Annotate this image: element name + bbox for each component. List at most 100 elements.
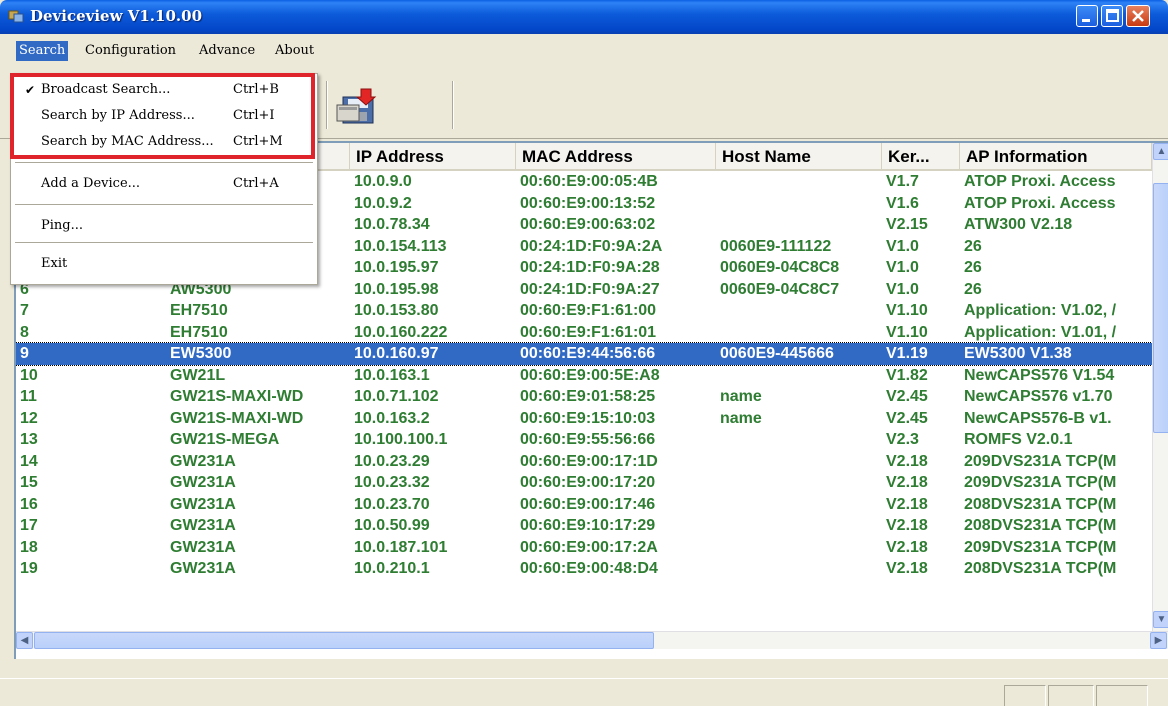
table-row[interactable]: 8 EH7510 10.0.160.222 00:60:E9:F1:61:01 V1.1… [16,322,1152,344]
title-bar: Deviceview V1.10.00 [0,0,1168,34]
menu-item-add-device[interactable]: Add a Device... Ctrl+A [11,172,317,196]
maximize-icon [1106,9,1119,22]
cell-ker: V2.18 [886,495,928,513]
menu-advance[interactable]: Advance [196,41,258,61]
table-row[interactable]: 14 GW231A 10.0.23.29 00:60:E9:00:17:1D V2.18… [16,451,1152,473]
table-row[interactable]: 9 EW5300 10.0.160.97 00:60:E9:44:56:66 0060E… [16,342,1152,366]
cell-model: GW21S-MAXI-WD [170,388,304,405]
cell-mac: 00:60:E9:00:48:D4 [520,560,658,577]
cell-model: EW5300 [170,345,232,362]
cell-host [716,537,882,559]
vertical-scroll-thumb[interactable] [1153,183,1168,433]
column-header-ip[interactable]: IP Address [350,143,516,169]
menu-about[interactable]: About [272,41,317,61]
scroll-up-button[interactable]: ▲ [1153,143,1168,160]
cell-host [716,171,882,193]
cell-model: GW231A [170,517,236,534]
cell-ker: V1.82 [886,366,928,384]
cell-model: GW231A [170,452,236,470]
cell-ker: V2.45 [886,388,928,405]
cell-ip: 10.100.100.1 [354,431,448,448]
cell-mac: 00:60:E9:F1:61:01 [520,323,657,341]
cell-no: 16 [20,495,38,513]
table-row[interactable]: 10 GW21L 10.0.163.1 00:60:E9:00:5E:A8 V1.82 N… [16,365,1152,387]
cell-ap: NewCAPS576 v1.70 [964,388,1113,405]
cell-ip: 10.0.163.2 [354,409,430,427]
menu-search[interactable]: Search [16,41,69,61]
cell-ker: V1.19 [886,345,928,362]
cell-ap: ATOP Proxi. Access [964,173,1116,190]
table-row[interactable]: 16 GW231A 10.0.23.70 00:60:E9:00:17:46 V2.18… [16,494,1152,516]
cell-mac: 00:60:E9:00:17:2A [520,538,658,556]
cell-host [716,451,882,473]
cell-ker: V2.18 [886,560,928,577]
cell-model: GW21L [170,366,226,384]
cell-model: GW231A [170,538,236,556]
table-row[interactable]: 15 GW231A 10.0.23.32 00:60:E9:00:17:20 V2.18… [16,472,1152,494]
cell-mac: 00:24:1D:F0:9A:27 [520,280,660,298]
toolbar-separator [326,81,328,129]
cell-mac: 00:24:1D:F0:9A:2A [520,237,663,255]
cell-mac: 00:60:E9:55:56:66 [520,431,656,448]
cell-ker: V2.45 [886,409,928,427]
cell-ap: ROMFS V2.0.1 [964,431,1073,448]
horizontal-scroll-thumb[interactable] [34,632,654,649]
menu-item-exit[interactable]: Exit [11,252,317,276]
scroll-left-button[interactable]: ◀ [16,632,33,649]
table-row[interactable]: 19 GW231A 10.0.210.1 00:60:E9:00:48:D4 V2.18… [16,558,1152,580]
table-row[interactable]: 13 GW21S-MEGA 10.100.100.1 00:60:E9:55:56:6… [16,429,1152,451]
cell-ker: V1.0 [886,280,919,298]
vertical-scrollbar[interactable]: ▲ ▼ [1152,143,1168,631]
cell-ap: 209DVS231A TCP(M [964,452,1117,470]
column-header-mac[interactable]: MAC Address [516,143,716,169]
table-row[interactable]: 17 GW231A 10.0.50.99 00:60:E9:10:17:29 V2.18… [16,515,1152,537]
cell-ap: Application: V1.02, / [964,302,1117,319]
column-header-kernel[interactable]: Ker... [882,143,960,169]
column-header-host[interactable]: Host Name [716,143,882,169]
cell-ip: 10.0.154.113 [354,237,447,255]
scroll-down-button[interactable]: ▼ [1153,611,1168,628]
menu-item-ping[interactable]: Ping... [11,214,317,238]
cell-no: 17 [20,517,38,534]
cell-model: EH7510 [170,302,228,319]
cell-mac: 00:60:E9:00:05:4B [520,173,658,190]
cell-no: 11 [20,388,37,405]
maximize-button[interactable] [1101,5,1123,27]
cell-ip: 10.0.160.222 [354,323,448,341]
cell-model: GW231A [170,495,236,513]
red-highlight-box [10,73,315,159]
cell-model: GW231A [170,474,236,491]
cell-host: name [720,409,762,427]
cell-ap: 208DVS231A TCP(M [964,495,1117,513]
cell-ker: V1.6 [886,194,919,212]
scroll-right-button[interactable]: ▶ [1150,632,1167,649]
cell-ip: 10.0.153.80 [354,302,439,319]
cell-ker: V1.7 [886,173,919,190]
cell-mac: 00:60:E9:00:17:20 [520,474,656,491]
menu-bar: Search Configuration Advance About [0,34,1168,73]
cell-ap: 26 [964,259,982,276]
cell-ip: 10.0.187.101 [354,538,448,556]
cell-no: 14 [20,452,38,470]
cell-host [716,300,882,322]
menu-configuration[interactable]: Configuration [82,41,179,61]
cell-mac: 00:24:1D:F0:9A:28 [520,259,660,276]
minimize-button[interactable] [1076,5,1098,27]
save-icon[interactable] [335,87,379,125]
cell-ker: V2.18 [886,452,928,470]
close-button[interactable] [1126,5,1150,27]
table-row[interactable]: 7 EH7510 10.0.153.80 00:60:E9:F1:61:00 V1.10… [16,300,1152,322]
table-row[interactable]: 12 GW21S-MAXI-WD 10.0.163.2 00:60:E9:15:10:… [16,408,1152,430]
cell-no: 9 [20,345,29,362]
cell-ip: 10.0.78.34 [354,216,430,233]
horizontal-scrollbar[interactable]: ◀ ▶ [16,631,1168,649]
cell-ap: 208DVS231A TCP(M [964,517,1117,534]
menu-separator [15,242,313,244]
cell-ap: EW5300 V1.38 [964,345,1072,362]
cell-ip: 10.0.163.1 [354,366,430,384]
cell-ker: V2.3 [886,431,919,448]
cell-ap: 208DVS231A TCP(M [964,560,1117,577]
table-row[interactable]: 18 GW231A 10.0.187.101 00:60:E9:00:17:2A V2.… [16,537,1152,559]
table-row[interactable]: 11 GW21S-MAXI-WD 10.0.71.102 00:60:E9:01:58… [16,386,1152,408]
column-header-ap-info[interactable]: AP Information [960,143,1152,169]
